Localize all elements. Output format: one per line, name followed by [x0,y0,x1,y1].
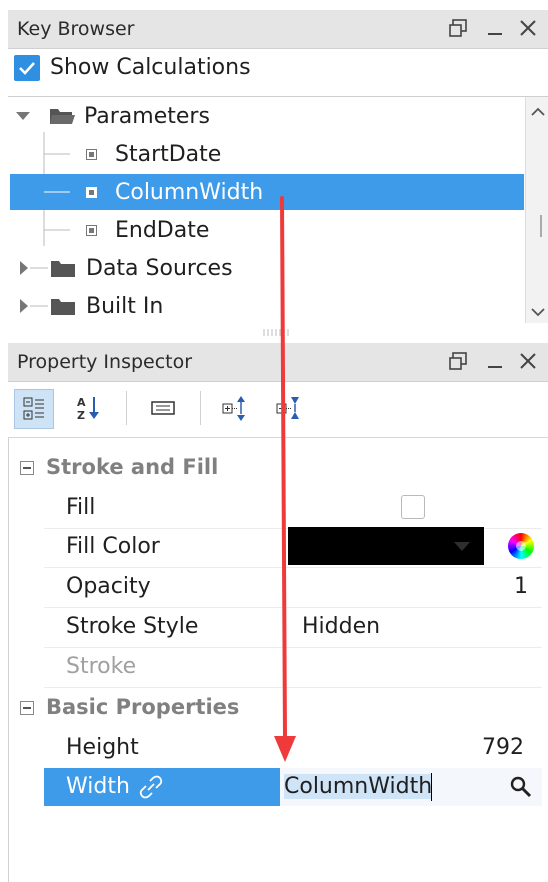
key-browser-title: Key Browser [17,18,135,40]
property-value-height[interactable]: 792 [482,735,524,760]
parameter-icon [86,148,97,160]
property-label-width: Width [66,774,130,799]
width-binding-input[interactable]: ColumnWidth [280,768,542,806]
float-window-icon[interactable] [446,16,470,40]
tree-item-columnwidth[interactable]: ColumnWidth [86,174,263,210]
folder-icon [51,299,75,315]
minimize-icon[interactable] [483,16,507,40]
toolbar-divider [126,391,127,425]
collapse-all-icon[interactable] [270,389,308,427]
tree-label-columnwidth: ColumnWidth [115,179,264,205]
collapse-arrow-icon[interactable] [18,259,30,277]
svg-text:A: A [77,396,86,409]
tree-item-startdate[interactable]: StartDate [86,136,221,172]
close-icon[interactable] [516,16,540,40]
property-value-stroke-style[interactable]: Hidden [302,614,380,639]
tree-scrollbar[interactable] [525,97,548,323]
property-label-fill: Fill [66,495,96,520]
parameter-icon [86,186,97,198]
property-row-stroke-style: Stroke Style Hidden [44,607,542,648]
property-label-height: Height [66,735,139,760]
property-label-stroke: Stroke [66,654,137,679]
property-row-height: Height 792 [44,728,542,769]
search-icon[interactable] [510,776,532,798]
property-label-stroke-style: Stroke Style [66,614,199,639]
expand-arrow-icon[interactable] [14,109,32,123]
section-title-stroke-and-fill: Stroke and Fill [46,455,219,479]
chevron-up-icon[interactable] [530,103,546,122]
property-inspector-header: Property Inspector [8,343,548,382]
property-label-fill-color: Fill Color [66,534,160,559]
minimize-icon[interactable] [483,349,507,373]
text-field-icon[interactable] [144,389,182,427]
folder-icon [51,261,75,277]
width-label-cell[interactable]: Width [44,768,280,806]
property-row-fill: Fill [44,488,542,529]
color-wheel-icon[interactable] [508,533,534,559]
property-row-width: Width ColumnWidth [44,768,542,808]
parameter-icon [86,224,97,236]
section-title-basic-properties: Basic Properties [46,695,240,719]
sort-alpha-icon[interactable]: AZ [70,389,108,427]
tree-label-data-sources: Data Sources [86,255,233,281]
collapse-arrow-icon[interactable] [18,297,30,315]
float-window-icon[interactable] [446,349,470,373]
close-icon[interactable] [516,349,540,373]
selected-tree-line [44,191,70,193]
folder-open-icon [50,109,75,124]
tree-label-startdate: StartDate [115,141,222,167]
property-label-opacity: Opacity [66,574,151,599]
tree-label-parameters: Parameters [84,103,210,129]
tree-item-built-in[interactable]: Built In [18,288,163,324]
show-calculations-checkbox[interactable] [14,55,40,81]
inspector-toolbar: AZ [8,383,548,438]
property-value-opacity[interactable]: 1 [514,574,528,599]
expand-all-icon[interactable] [216,389,254,427]
toolbar-divider [200,391,201,425]
tree-label-enddate: EndDate [115,217,210,243]
panel-splitter[interactable] [8,325,548,341]
link-icon [139,775,163,799]
tree-label-built-in: Built In [86,293,164,319]
property-value-width: ColumnWidth [284,774,433,799]
fill-checkbox[interactable] [401,495,425,519]
text-cursor [431,773,432,801]
svg-text:Z: Z [77,409,85,422]
tree-item-enddate[interactable]: EndDate [86,212,209,248]
collapse-section-icon[interactable] [20,461,34,475]
property-row-opacity: Opacity 1 [44,567,542,608]
dropdown-arrow-icon [454,542,470,551]
show-calculations-label: Show Calculations [50,55,251,80]
property-row-fill-color: Fill Color [44,527,542,568]
property-inspector-title: Property Inspector [17,351,193,373]
tree-item-data-sources[interactable]: Data Sources [18,250,233,286]
categorized-view-icon[interactable] [14,389,54,429]
property-row-stroke: Stroke [44,647,542,688]
tree-item-parameters[interactable]: Parameters [14,98,210,134]
key-browser-header: Key Browser [8,10,548,49]
fill-color-dropdown[interactable] [288,527,484,565]
collapse-section-icon[interactable] [20,701,34,715]
chevron-down-icon[interactable] [530,303,546,322]
scroll-thumb[interactable] [530,121,544,301]
